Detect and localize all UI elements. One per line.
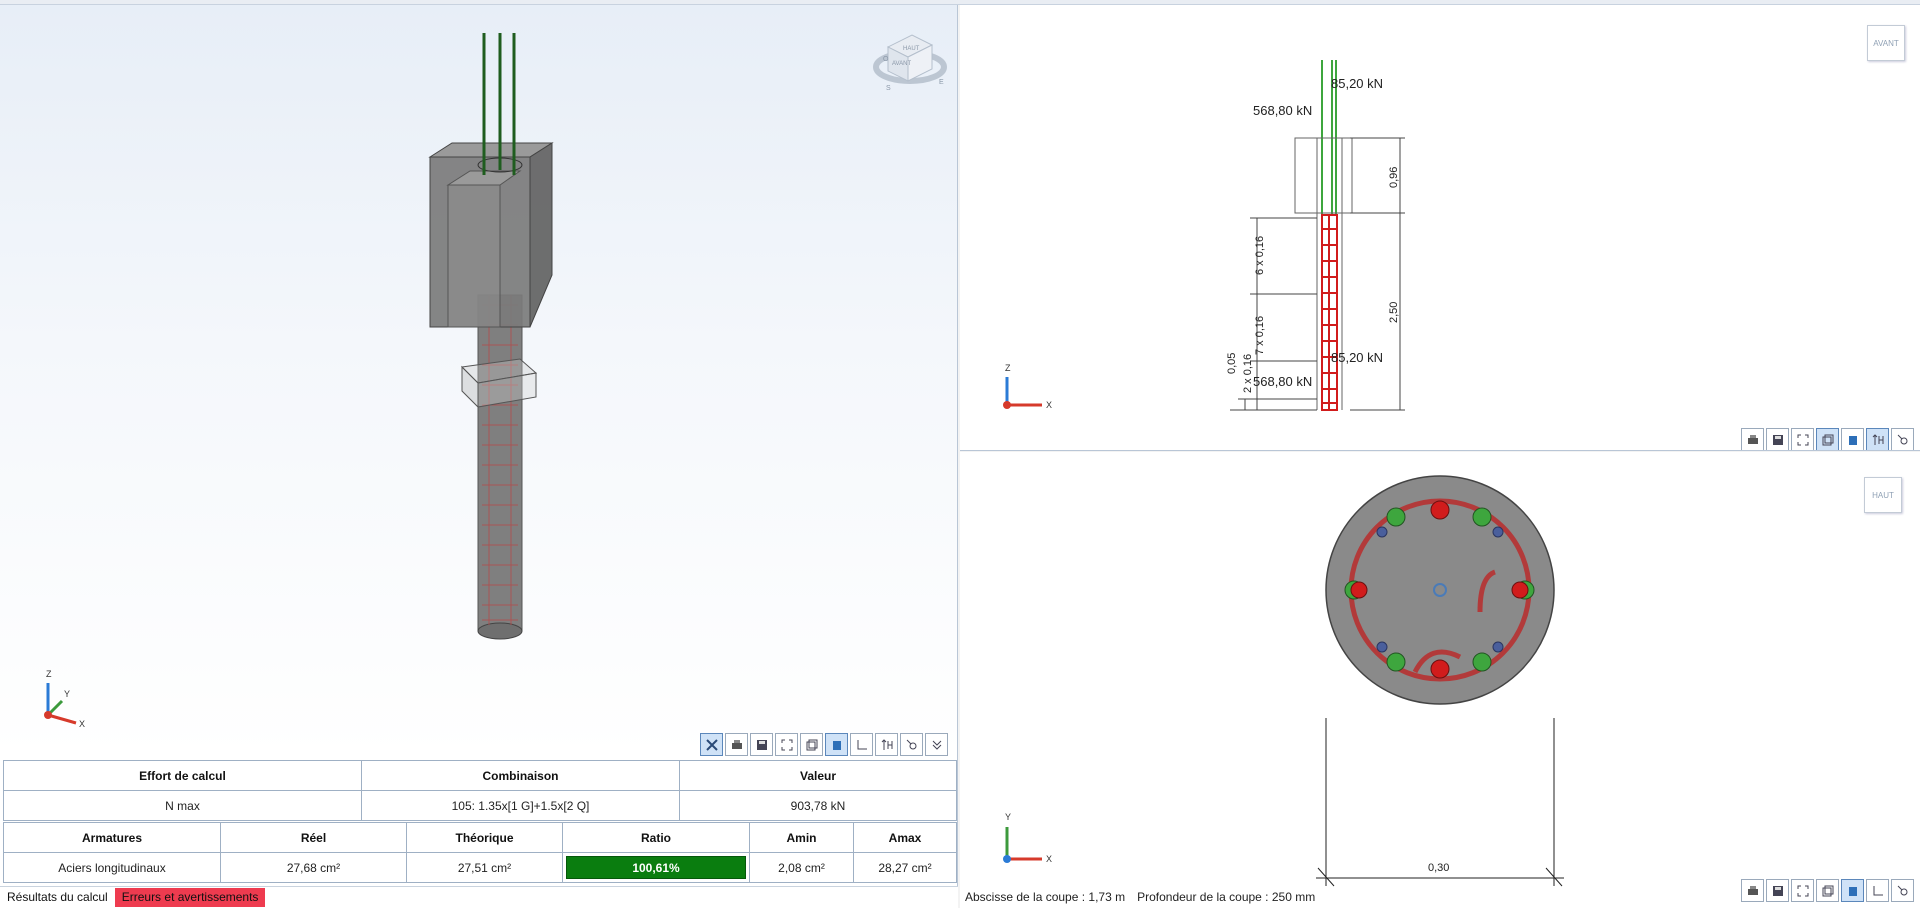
load-label: 568,80 kN	[1253, 374, 1312, 389]
cube-icon[interactable]	[1816, 879, 1839, 902]
axis-x-label: X	[1046, 854, 1052, 864]
cell-effort: N max	[3, 790, 362, 821]
table-row[interactable]: Aciers longitudinaux 27,68 cm² 27,51 cm²…	[3, 852, 957, 883]
fit-icon[interactable]	[1791, 428, 1814, 450]
cross-section-drawing[interactable]: 0,30 Y X	[960, 452, 1920, 908]
load-label: 568,80 kN	[1253, 103, 1312, 118]
col-header-amin: Amin	[749, 822, 854, 853]
zoom-icon[interactable]	[900, 733, 923, 756]
cell-combinaison: 105: 1.35x[1 G]+1.5x[2 Q]	[361, 790, 680, 821]
abscisse-label: Abscisse de la coupe : 1,73 m	[965, 890, 1126, 904]
model-3d-drawing[interactable]: HAUT AVANT O E S Z Y X	[0, 5, 958, 756]
height-icon[interactable]	[875, 733, 898, 756]
compass-west-label: O	[883, 56, 889, 63]
column-capital	[428, 142, 554, 328]
view-3d[interactable]: HAUT AVANT O E S Z Y X	[0, 5, 958, 756]
axis-x-label: X	[1046, 400, 1052, 410]
height-icon[interactable]	[1866, 428, 1889, 450]
front-view[interactable]: 85,20 kN 568,80 kN 85,20 kN 568,80 kN 0,…	[960, 5, 1920, 451]
section-info: Abscisse de la coupe : 1,73 m Profondeur…	[965, 890, 1315, 904]
cell-theorique: 27,51 cm²	[406, 852, 563, 883]
color-icon[interactable]	[1841, 428, 1864, 450]
axis-icon[interactable]	[850, 733, 873, 756]
load-label: 85,20 kN	[1331, 350, 1383, 365]
section-view-toolbar	[1741, 879, 1914, 902]
cell-armatures: Aciers longitudinaux	[3, 852, 221, 883]
dim-label: 7 x 0,16	[1254, 316, 1266, 355]
cell-ratio: 100,61%	[562, 852, 750, 883]
fit-icon[interactable]	[1791, 879, 1814, 902]
print-icon[interactable]	[725, 733, 748, 756]
cube-icon[interactable]	[1816, 428, 1839, 450]
profondeur-label: Profondeur de la coupe : 250 mm	[1137, 890, 1316, 904]
save-icon[interactable]	[1766, 428, 1789, 450]
color-icon[interactable]	[825, 733, 848, 756]
tab-resultats[interactable]: Résultats du calcul	[0, 888, 115, 907]
effort-table: Effort de calcul Combinaison Valeur N ma…	[3, 760, 957, 821]
axis-icon[interactable]	[1866, 879, 1889, 902]
view-cube[interactable]: HAUT AVANT O E S	[873, 34, 947, 92]
axis-x-label: X	[79, 719, 85, 729]
view-label-avant[interactable]: AVANT	[1867, 25, 1905, 61]
front-elevation-drawing[interactable]: 85,20 kN 568,80 kN 85,20 kN 568,80 kN 0,…	[960, 5, 1920, 451]
compass-south-label: S	[886, 85, 891, 92]
status-bar: Résultats du calcul Erreurs et avertisse…	[0, 886, 958, 908]
results-panel: Effort de calcul Combinaison Valeur N ma…	[0, 756, 958, 886]
save-icon[interactable]	[1766, 879, 1789, 902]
col-header-theorique: Théorique	[406, 822, 563, 853]
save-icon[interactable]	[750, 733, 773, 756]
print-icon[interactable]	[1741, 879, 1764, 902]
fit-icon[interactable]	[775, 733, 798, 756]
cell-amin: 2,08 cm²	[749, 852, 854, 883]
dim-label: 0,30	[1428, 862, 1449, 874]
axis-triad-front: Z X	[1003, 363, 1052, 410]
dim-label: 0,96	[1388, 167, 1400, 188]
ratio-indicator: 100,61%	[566, 856, 746, 879]
armatures-table: Armatures Réel Théorique Ratio Amin Amax…	[3, 822, 957, 883]
cube-icon[interactable]	[800, 733, 823, 756]
cube-face-front: AVANT	[892, 61, 911, 67]
color-icon[interactable]	[1841, 879, 1864, 902]
zoom-icon[interactable]	[1891, 879, 1914, 902]
cell-valeur: 903,78 kN	[679, 790, 957, 821]
tab-erreurs[interactable]: Erreurs et avertissements	[114, 888, 266, 907]
table-row[interactable]: N max 105: 1.35x[1 G]+1.5x[2 Q] 903,78 k…	[3, 790, 957, 821]
cell-amax: 28,27 cm²	[853, 852, 957, 883]
dim-label: 2,50	[1388, 302, 1400, 323]
section-view[interactable]: 0,30 Y X HAUT Abscisse de la coupe : 1,7…	[960, 452, 1920, 908]
col-header-effort: Effort de calcul	[3, 760, 362, 791]
table-header-row: Armatures Réel Théorique Ratio Amin Amax	[3, 822, 957, 853]
view-label-haut[interactable]: HAUT	[1864, 477, 1902, 513]
app-window: HAUT AVANT O E S Z Y X Effort de calcul …	[0, 0, 1920, 908]
axis-triad-3d: Z Y X	[44, 669, 85, 729]
dim-label: 6 x 0,16	[1254, 236, 1266, 275]
column-shaft	[477, 294, 523, 640]
axis-triad-section: Y X	[1003, 812, 1052, 864]
axis-y-label: Y	[64, 689, 70, 699]
axis-z-label: Z	[46, 669, 52, 679]
zoom-icon[interactable]	[1891, 428, 1914, 450]
col-header-valeur: Valeur	[679, 760, 957, 791]
col-header-amax: Amax	[853, 822, 957, 853]
front-view-toolbar	[1741, 428, 1914, 450]
col-header-armatures: Armatures	[3, 822, 221, 853]
axis-z-label: Z	[1005, 363, 1011, 373]
load-label: 85,20 kN	[1331, 76, 1383, 91]
dim-label: 0,05	[1226, 353, 1238, 374]
view-3d-toolbar	[700, 733, 948, 756]
cube-face-top: HAUT	[903, 46, 920, 52]
print-icon[interactable]	[1741, 428, 1764, 450]
cell-reel: 27,68 cm²	[220, 852, 407, 883]
expand-icon[interactable]	[925, 733, 948, 756]
table-header-row: Effort de calcul Combinaison Valeur	[3, 760, 957, 791]
tools-icon[interactable]	[700, 733, 723, 756]
dim-label: 2 x 0,16	[1242, 354, 1254, 393]
col-header-combinaison: Combinaison	[361, 760, 680, 791]
axis-y-label: Y	[1005, 812, 1011, 822]
col-header-reel: Réel	[220, 822, 407, 853]
section-plane	[460, 358, 538, 409]
col-header-ratio: Ratio	[562, 822, 750, 853]
compass-east-label: E	[939, 79, 944, 86]
